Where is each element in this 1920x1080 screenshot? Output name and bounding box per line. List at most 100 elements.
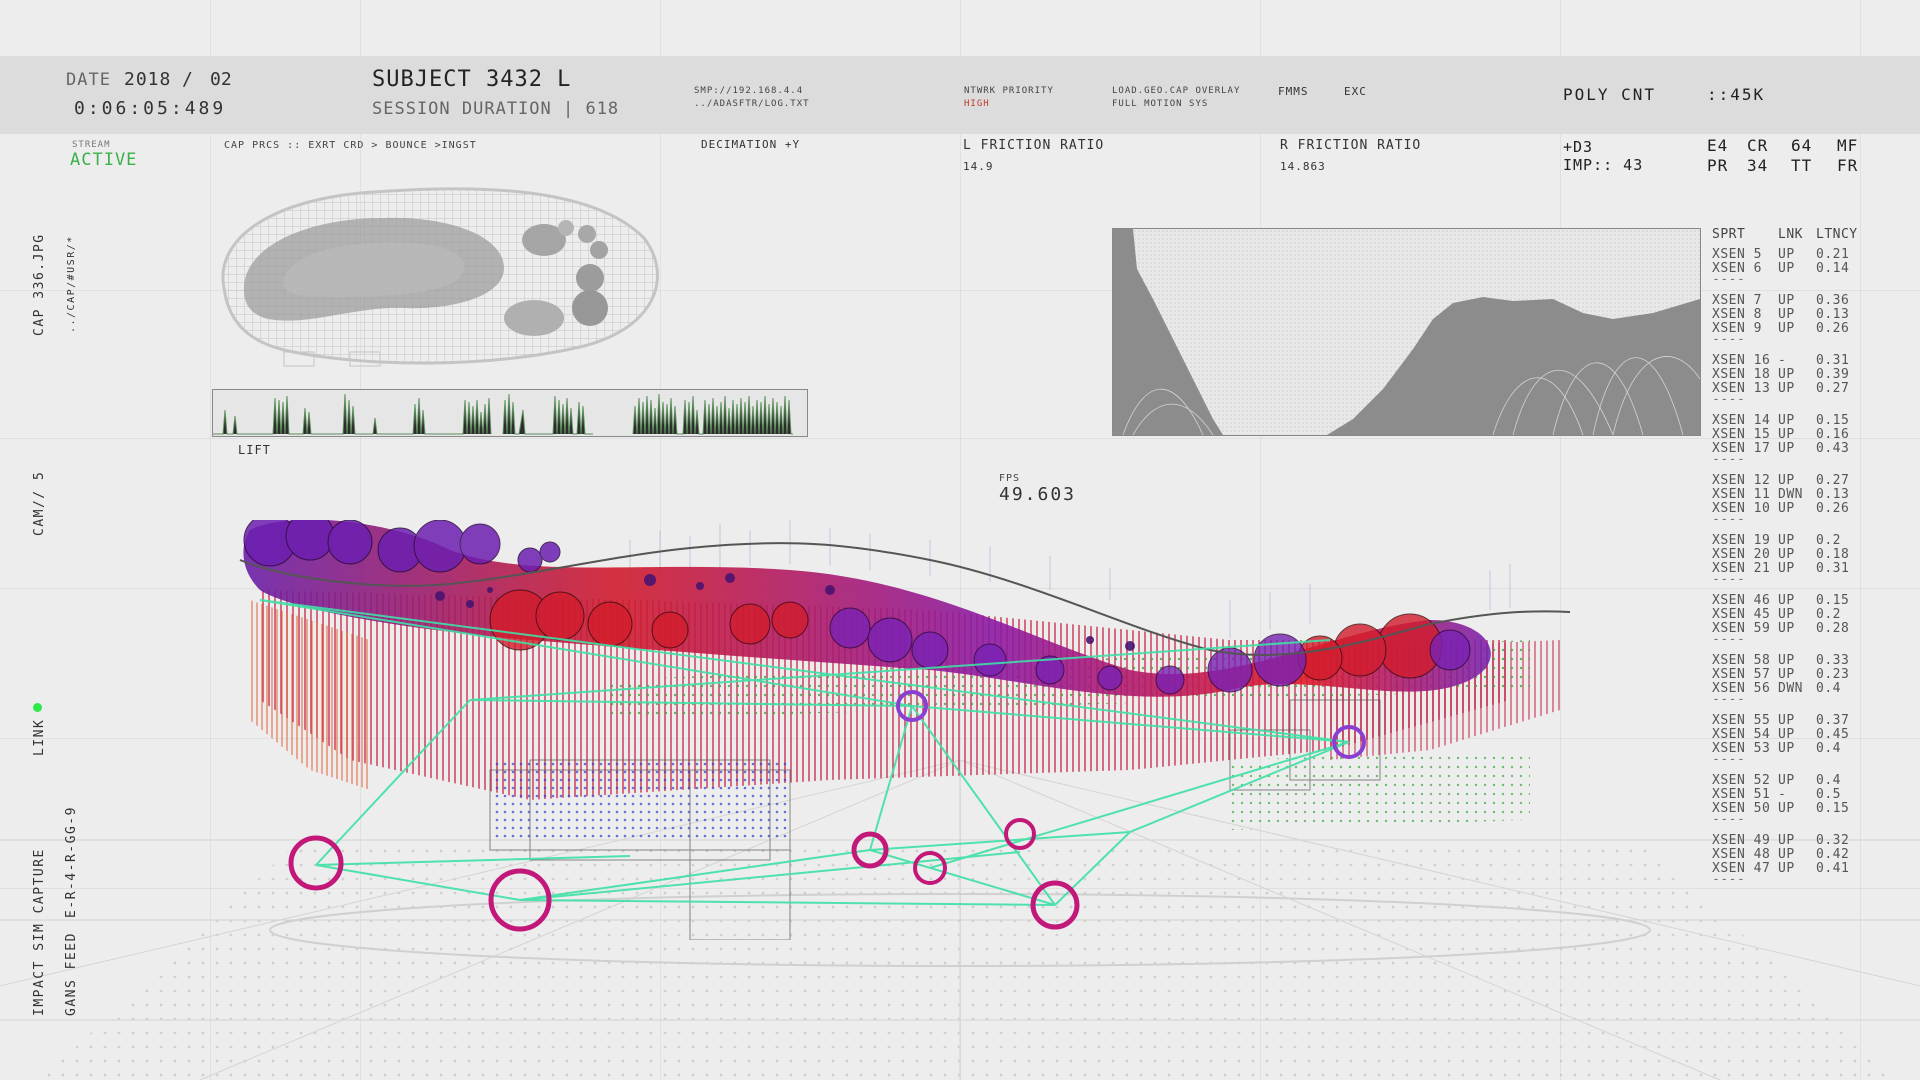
sensor-name: XSEN 5 — [1712, 247, 1762, 262]
sensor-latency: 0.27 — [1816, 473, 1850, 488]
sensor-group: XSEN 52 UP 0.4 XSEN 51-0.5 XSEN 50 UP 0.15 ---- — [1712, 774, 1912, 828]
sensor-row: XSEN 18 UP 0.39 — [1712, 368, 1912, 382]
sensor-link: UP — [1778, 847, 1795, 862]
fmms-label: FMMS — [1278, 85, 1309, 98]
sensor-latency: 0.21 — [1816, 247, 1850, 262]
sensor-latency: 0.15 — [1816, 593, 1850, 608]
sensor-link: UP — [1778, 621, 1795, 636]
sensor-name: XSEN 8 — [1712, 307, 1762, 322]
sensor-latency: 0.27 — [1816, 381, 1850, 396]
sensor-latency: 0.36 — [1816, 293, 1850, 308]
sensor-name: XSEN 48 — [1712, 847, 1771, 862]
sensor-row: XSEN 19 UP 0.2 — [1712, 534, 1912, 548]
d3-label: +D3 — [1563, 138, 1594, 156]
sensor-link: UP — [1778, 381, 1795, 396]
sensor-table-header: SPRT LNK LTNCY — [1712, 228, 1912, 242]
sensor-latency: 0.45 — [1816, 727, 1850, 742]
sensor-group: XSEN 46 UP 0.15 XSEN 45 UP 0.2 XSEN 59 UP 0.28 --… — [1712, 594, 1912, 648]
sensor-latency: 0.4 — [1816, 741, 1841, 756]
sensor-name: XSEN 52 — [1712, 773, 1771, 788]
sensor-name: XSEN 15 — [1712, 427, 1771, 442]
sensor-node — [288, 835, 344, 891]
date-year: 2018 — [124, 69, 172, 90]
date-month: 02 — [210, 69, 232, 90]
sensor-group: XSEN 16-0.31 XSEN 18 UP 0.39 XSEN 13 UP 0.27 --… — [1712, 354, 1912, 408]
sensor-row: XSEN 8 UP 0.13 — [1712, 308, 1912, 322]
smp-path: SMP://192.168.4.4 — [694, 86, 804, 96]
cap-path-label: ../CAP/#USR/* — [66, 235, 77, 333]
code-tt: TT — [1791, 156, 1813, 175]
sensor-link: UP — [1778, 473, 1795, 488]
sensor-link: UP — [1778, 773, 1795, 788]
ntwrk-priority-value: HIGH — [964, 99, 990, 109]
sensor-link: - — [1778, 787, 1787, 802]
sensor-name: XSEN 16 — [1712, 353, 1771, 368]
sensor-link: UP — [1778, 607, 1795, 622]
ntwrk-priority-label: NTWRK PRIORITY — [964, 86, 1054, 96]
link-status-dot — [33, 703, 42, 712]
cap-file-label: CAP 336.JPG — [32, 233, 47, 336]
sensor-latency: 0.31 — [1816, 561, 1850, 576]
sensor-group: XSEN 5 UP 0.21 XSEN 6 UP 0.14 ---- — [1712, 248, 1912, 288]
sensor-latency: 0.13 — [1816, 307, 1850, 322]
sensor-link: UP — [1778, 307, 1795, 322]
sensor-link: UP — [1778, 653, 1795, 668]
sensor-link: UP — [1778, 441, 1795, 456]
sensor-latency: 0.32 — [1816, 833, 1850, 848]
sensor-latency: 0.5 — [1816, 787, 1841, 802]
sensor-link: UP — [1778, 501, 1795, 516]
log-path: ../ADASFTR/LOG.TXT — [694, 99, 810, 109]
sensor-latency: 0.42 — [1816, 847, 1850, 862]
sensor-link: - — [1778, 353, 1787, 368]
sensor-latency: 0.13 — [1816, 487, 1850, 502]
pressure-waveform — [212, 389, 808, 437]
sensor-name: XSEN 58 — [1712, 653, 1771, 668]
sensor-group-separator: ---- — [1712, 692, 1746, 707]
sensor-latency: 0.41 — [1816, 861, 1850, 876]
sensor-group: XSEN 49 UP 0.32 XSEN 48 UP 0.42 XSEN 47 UP 0.41-… — [1712, 834, 1912, 888]
fps-label: FPS — [999, 473, 1021, 484]
surface-profile-panel — [1112, 228, 1701, 436]
sensor-latency: 0.15 — [1816, 413, 1850, 428]
sensor-group-separator: ---- — [1712, 332, 1746, 347]
sensor-link: UP — [1778, 727, 1795, 742]
sensor-link: UP — [1778, 367, 1795, 382]
sensor-name: XSEN 54 — [1712, 727, 1771, 742]
sensor-name: XSEN 51 — [1712, 787, 1771, 802]
sensor-latency: 0.18 — [1816, 547, 1850, 562]
sensor-link: DWN — [1778, 487, 1803, 502]
sensor-name: XSEN 46 — [1712, 593, 1771, 608]
sensor-name: XSEN 49 — [1712, 833, 1771, 848]
sensor-link: UP — [1778, 247, 1795, 262]
sensor-row: XSEN 51- 0.5 — [1712, 788, 1912, 802]
sensor-row: XSEN 55 UP 0.37 — [1712, 714, 1912, 728]
sensor-table: SPRT LNK LTNCY XSEN 5 UP 0.21 XSEN 6 UP 0.14-… — [1712, 228, 1912, 894]
sensor-name: XSEN 7 — [1712, 293, 1762, 308]
col-sprt-header: SPRT — [1712, 227, 1746, 242]
sensor-link: UP — [1778, 713, 1795, 728]
sensor-row: XSEN 5 UP 0.21 — [1712, 248, 1912, 262]
sensor-node — [1004, 818, 1036, 850]
foot-pressure-scan — [221, 187, 659, 367]
sensor-row: XSEN 20 UP 0.18 — [1712, 548, 1912, 562]
sensor-link: UP — [1778, 293, 1795, 308]
sensor-row: XSEN 14 UP 0.15 — [1712, 414, 1912, 428]
sensor-latency: 0.26 — [1816, 501, 1850, 516]
sensor-link: UP — [1778, 427, 1795, 442]
sensor-link: UP — [1778, 593, 1795, 608]
sensor-group-separator: ---- — [1712, 812, 1746, 827]
sensor-latency: 0.16 — [1816, 427, 1850, 442]
sensor-link: UP — [1778, 561, 1795, 576]
sensor-row: XSEN 52 UP 0.4 — [1712, 774, 1912, 788]
code-cr: CR — [1747, 136, 1769, 155]
code-34: 34 — [1747, 156, 1769, 175]
sensor-link: UP — [1778, 321, 1795, 336]
sensor-link: UP — [1778, 261, 1795, 276]
sensor-group-separator: ---- — [1712, 872, 1746, 887]
sensor-link: UP — [1778, 801, 1795, 816]
sensor-link: DWN — [1778, 681, 1803, 696]
sensor-name: XSEN 18 — [1712, 367, 1771, 382]
link-label: LINK — [32, 718, 47, 756]
sensor-name: XSEN 20 — [1712, 547, 1771, 562]
impact-sim-label: IMPACT SIM CAPTURE — [32, 848, 47, 1016]
